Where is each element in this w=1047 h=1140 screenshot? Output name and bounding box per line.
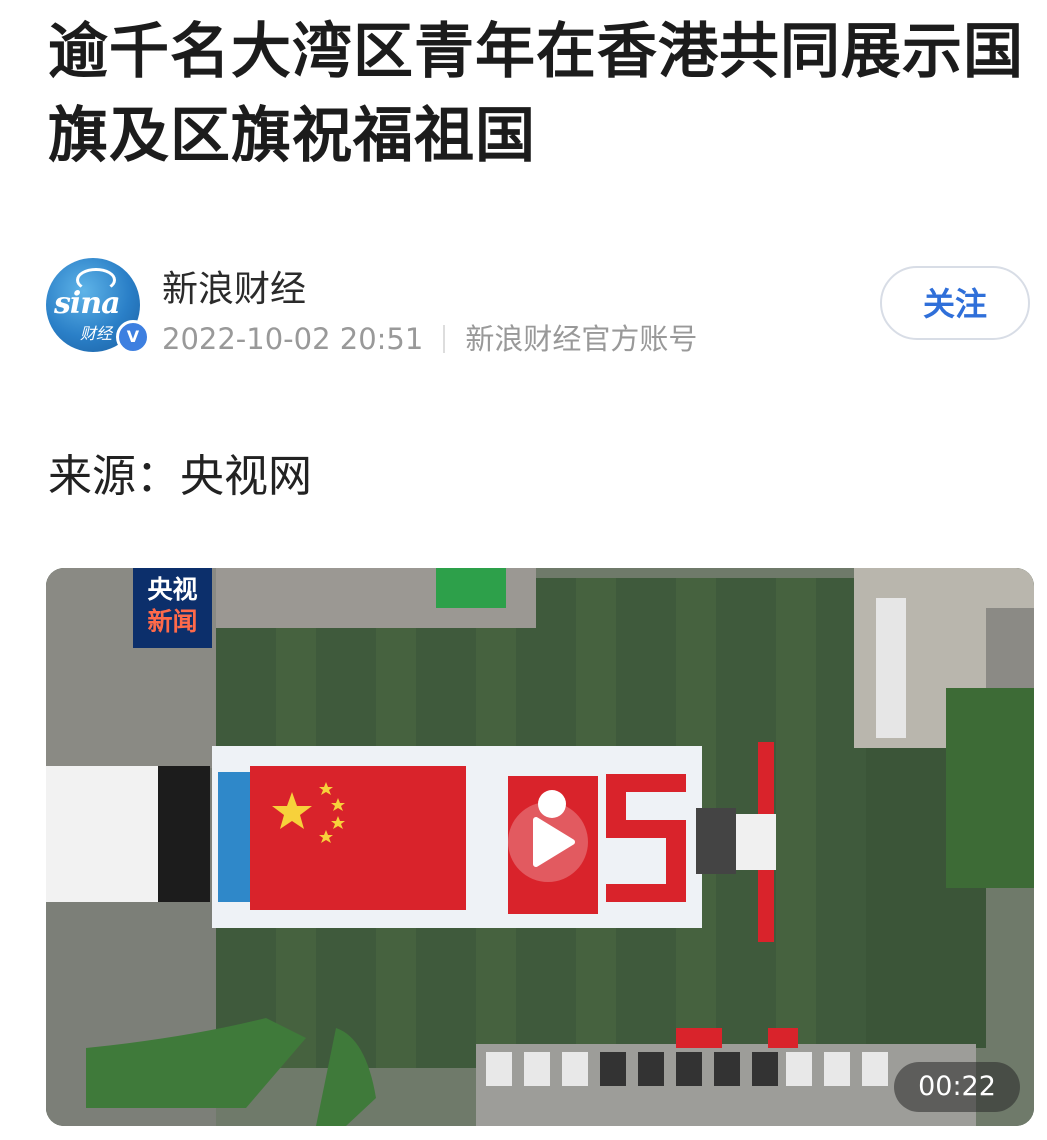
video-duration: 00:22 — [894, 1062, 1020, 1112]
post-datetime: 2022-10-02 20:51 — [162, 322, 424, 356]
follow-button[interactable]: 关注 — [880, 266, 1030, 340]
video-player[interactable]: 央视 新闻 00:22 — [46, 568, 1034, 1126]
author-row: sina 财经 V 新浪财经 2022-10-02 20:51 新浪财经官方账号 … — [46, 258, 1036, 358]
avatar-logo-text: sina — [54, 286, 121, 321]
article-source: 来源：央视网 — [48, 451, 312, 502]
badge-line-1: 央视 — [147, 575, 198, 604]
account-type: 新浪财经官方账号 — [465, 322, 698, 356]
avatar-logo-sub: 财经 — [80, 324, 113, 343]
cctv-news-badge: 央视 新闻 — [133, 568, 212, 648]
meta-divider — [443, 325, 446, 353]
post-meta: 2022-10-02 20:51 新浪财经官方账号 — [162, 316, 697, 358]
badge-line-2: 新闻 — [147, 607, 198, 636]
verified-icon: V — [116, 320, 150, 354]
play-icon[interactable] — [506, 800, 590, 884]
author-name[interactable]: 新浪财经 — [162, 260, 306, 312]
article-title: 逾千名大湾区青年在香港共同展示国旗及区旗祝福祖国 — [48, 17, 1024, 171]
